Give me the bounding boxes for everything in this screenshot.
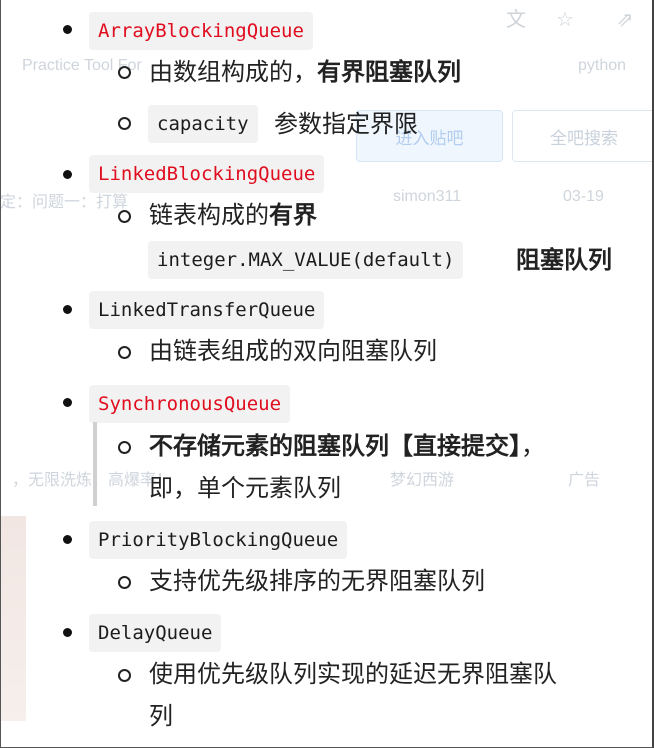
ad-image-strip	[0, 516, 26, 721]
queue-name-synchronous: SynchronousQueue	[89, 385, 291, 423]
bg-python-text: python	[578, 57, 627, 74]
sub-bullet	[118, 66, 131, 79]
search-bar-button[interactable]: 全吧搜索	[512, 110, 654, 162]
bullet	[63, 170, 72, 179]
sync-desc-line2: 即，单个元素队列	[149, 474, 341, 502]
bullet	[63, 305, 72, 314]
translate-icon: 文	[506, 7, 526, 31]
queue-name-priority-blocking: PriorityBlockingQueue	[89, 521, 348, 559]
capacity-code: capacity	[148, 105, 258, 143]
bullet	[63, 398, 72, 407]
bullet	[63, 535, 72, 544]
sub-bullet	[118, 210, 131, 223]
priority-desc: 支持优先级排序的无界阻塞队列	[149, 567, 485, 595]
share-icon: ⇗	[616, 7, 634, 31]
sub-bullet	[118, 441, 131, 454]
sub-bullet	[118, 117, 131, 130]
sub-bullet	[118, 576, 131, 589]
bullet	[63, 628, 72, 637]
queue-name-delay: DelayQueue	[89, 614, 222, 652]
capacity-desc: 参数指定界限	[274, 110, 418, 138]
delay-desc: 使用优先级队列实现的延迟无界阻塞队	[149, 660, 557, 688]
star-icon: ☆	[556, 7, 574, 31]
queue-name-linked-blocking: LinkedBlockingQueue	[89, 155, 325, 193]
array-desc: 由数组构成的，有界阻塞队列	[149, 57, 461, 86]
bg-author: simon311	[393, 188, 462, 205]
linked-desc-tail: 阻塞队列	[516, 245, 612, 274]
queue-name-array-blocking: ArrayBlockingQueue	[89, 12, 313, 50]
delay-desc-line2: 列	[149, 702, 173, 730]
bg-ad-left: ，无限洗炼，高爆率！	[12, 472, 173, 489]
sync-desc: 不存储元素的阻塞队列【直接提交】，	[149, 431, 545, 460]
quote-bar	[93, 422, 97, 506]
bg-ad-mid: 梦幻西游	[390, 472, 455, 489]
bg-time: 03-19	[563, 188, 604, 205]
max-value-code: integer.MAX_VALUE(default)	[148, 241, 464, 279]
sub-bullet	[118, 669, 131, 682]
sub-bullet	[118, 346, 131, 359]
bullet	[63, 25, 72, 34]
transfer-desc: 由链表组成的双向阻塞队列	[149, 337, 437, 365]
queue-name-linked-transfer: LinkedTransferQueue	[89, 291, 325, 329]
linked-desc: 链表构成的有界	[149, 200, 317, 229]
bg-ad-right: 广告	[568, 472, 601, 489]
